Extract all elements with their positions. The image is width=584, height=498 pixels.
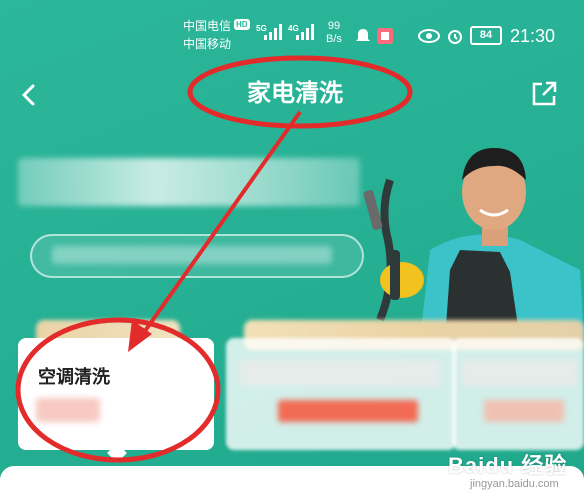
back-button[interactable] bbox=[14, 80, 44, 110]
service-card-blurred-2[interactable] bbox=[226, 338, 456, 450]
annotation-arrow-line bbox=[138, 110, 302, 340]
share-button[interactable] bbox=[528, 78, 560, 110]
bell-icon bbox=[354, 27, 372, 48]
net-speed-unit: B/s bbox=[326, 33, 342, 45]
banner-text-blurred bbox=[18, 158, 360, 206]
net-speed-value: 99 bbox=[327, 20, 341, 32]
status-bar: 中国电信 HD 中国移动 5G 4G 99 B/s 84 21:30 bbox=[0, 0, 584, 60]
clock: 21:30 bbox=[510, 26, 556, 46]
chevron-left-icon bbox=[22, 84, 35, 106]
battery-icon: 84 bbox=[470, 26, 502, 45]
app-screen: 中国电信 HD 中国移动 5G 4G 99 B/s 84 21:30 家电清洗 … bbox=[0, 0, 584, 498]
net-speed: 99 B/s bbox=[326, 20, 342, 46]
book-app-icon bbox=[376, 27, 394, 48]
alarm-icon bbox=[446, 27, 464, 48]
price-blurred bbox=[278, 400, 418, 422]
page-title: 家电清洗 bbox=[247, 80, 343, 107]
service-card-blurred-3[interactable] bbox=[452, 338, 584, 450]
eye-icon bbox=[418, 27, 440, 48]
card-title: 空调清洗 bbox=[38, 367, 110, 387]
signal-bars-1-icon bbox=[264, 24, 286, 40]
baidu-watermark: Baidu 经验 bbox=[448, 453, 568, 478]
service-card-ac-cleaning[interactable]: 空调清洗 bbox=[18, 338, 214, 463]
external-link-icon bbox=[532, 81, 557, 106]
worker-illustration bbox=[363, 148, 584, 340]
watermark-url: jingyan.baidu.com bbox=[470, 478, 559, 490]
card-subtitle-blurred bbox=[36, 398, 100, 422]
signal-bars-2-icon bbox=[296, 24, 318, 40]
carrier-1: 中国电信 bbox=[183, 19, 232, 33]
banner-pill-blurred[interactable] bbox=[30, 234, 364, 278]
hd-badge: HD bbox=[234, 19, 250, 30]
carrier-2: 中国移动 bbox=[183, 37, 232, 51]
